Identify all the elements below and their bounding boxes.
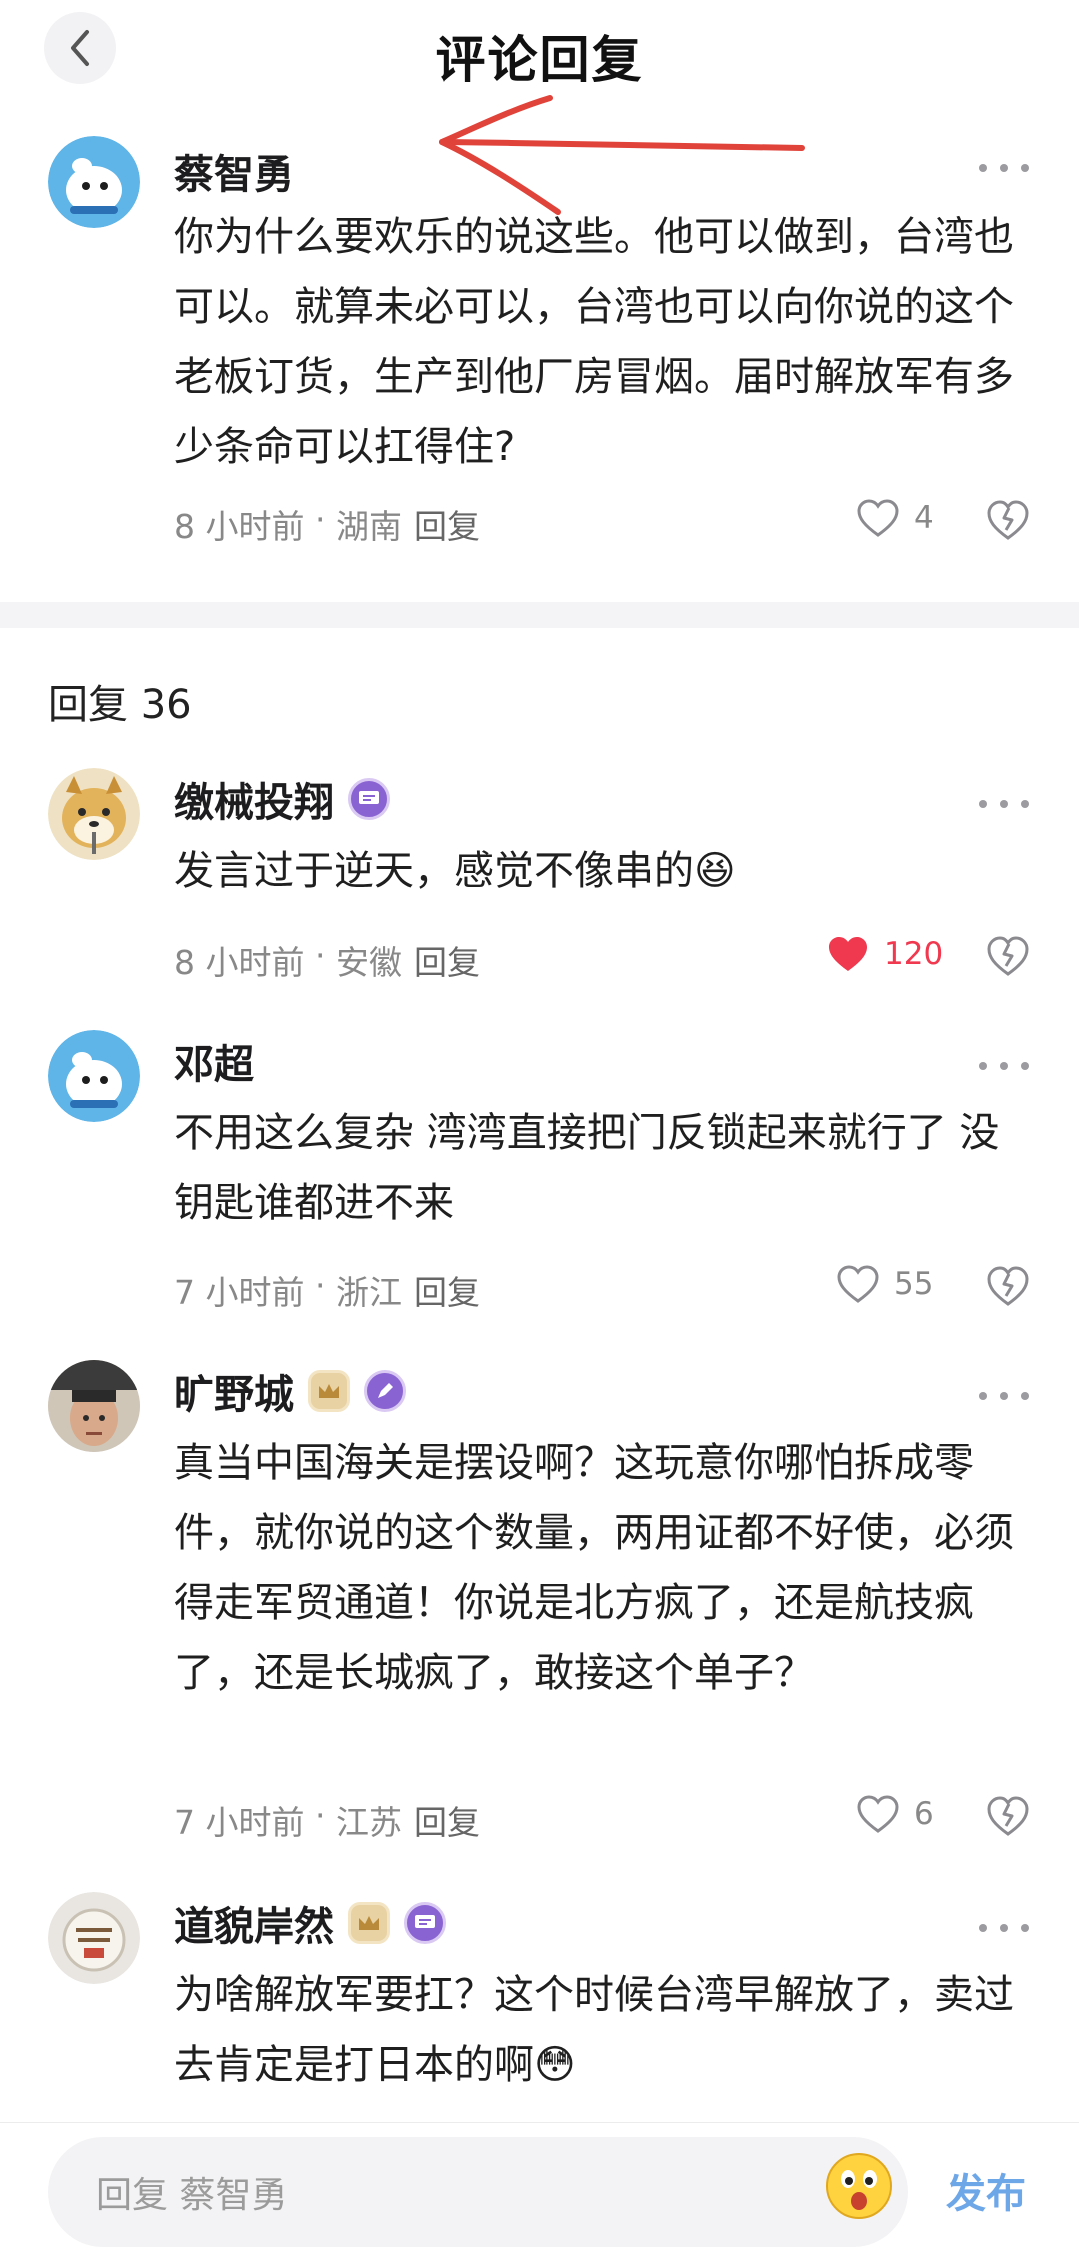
reply-meta: 8 小时前 · 安徽 回复 — [174, 936, 480, 984]
reply-item: 道貌岸然 为啥解放军要扛？这个时候台湾早解放了，卖过去肯定是打日本的啊😳 — [0, 1892, 1079, 2122]
reply-text: 发言过于逆天，感觉不像串的😆 — [174, 848, 736, 894]
emoji-icon[interactable] — [824, 2151, 894, 2221]
more-options-button[interactable] — [979, 1056, 1029, 1076]
crown-badge-icon — [348, 1902, 390, 1944]
avatar[interactable] — [48, 1030, 140, 1122]
pen-badge-icon — [364, 1370, 406, 1412]
reply-input-placeholder: 回复 蔡智勇 — [96, 2175, 288, 2216]
like-count: 4 — [914, 500, 934, 536]
reply-item: 旷野城 真当中国海关是摆设啊？这玩意你哪怕拆成零件，就你说的这个数量，两用证都不… — [0, 1360, 1079, 1860]
reply-location: 江苏 — [335, 1803, 402, 1842]
replies-count: 回复 36 — [48, 682, 192, 728]
avatar[interactable] — [48, 136, 140, 228]
comment-meta: 8 小时前 · 湖南 回复 — [174, 500, 480, 548]
reply-location: 浙江 — [335, 1273, 402, 1312]
heart-outline-icon — [837, 1265, 879, 1303]
crown-badge-icon — [308, 1370, 350, 1412]
username[interactable]: 道貌岸然 — [174, 1894, 446, 1952]
chat-badge-icon — [348, 778, 390, 820]
like-button[interactable]: 6 — [856, 1794, 934, 1834]
comment-text: 你为什么要欢乐的说这些。他可以做到，台湾也可以。就算未必可以，台湾也可以向你说的… — [174, 214, 1014, 470]
reply-meta: 7 小时前 · 浙江 回复 — [174, 1266, 480, 1314]
reply-time: 7 小时前 — [174, 1273, 305, 1312]
reply-link[interactable]: 回复 — [414, 936, 480, 984]
comment-time: 8 小时前 — [174, 507, 305, 546]
reply-link[interactable]: 回复 — [414, 1266, 480, 1314]
username-text[interactable]: 旷野城 — [174, 1362, 294, 1420]
reply-location: 安徽 — [335, 943, 402, 982]
like-button[interactable]: 120 — [826, 934, 943, 974]
username-text[interactable]: 道貌岸然 — [174, 1894, 334, 1952]
more-options-button[interactable] — [979, 794, 1029, 814]
username[interactable]: 缴械投翔 — [174, 770, 390, 828]
section-divider — [0, 602, 1079, 628]
more-options-button[interactable] — [979, 1918, 1029, 1938]
reply-time: 8 小时前 — [174, 943, 305, 982]
reply-item: 邓超 不用这么复杂 湾湾直接把门反锁起来就行了 没钥匙谁都进不来 7 小时前 ·… — [0, 1030, 1079, 1330]
username-text[interactable]: 蔡智勇 — [174, 142, 294, 200]
top-bar: 评论回复 — [0, 0, 1079, 110]
reply-meta: 7 小时前 · 江苏 回复 — [174, 1796, 480, 1844]
reply-link[interactable]: 回复 — [414, 1796, 480, 1844]
like-count: 55 — [894, 1266, 934, 1302]
reply-link[interactable]: 回复 — [414, 500, 480, 548]
heart-outline-icon — [857, 499, 899, 537]
username[interactable]: 蔡智勇 — [174, 142, 294, 200]
dislike-broken-heart-icon[interactable] — [985, 1264, 1031, 1308]
username-text[interactable]: 邓超 — [174, 1032, 254, 1090]
like-count: 120 — [884, 936, 944, 972]
reply-input[interactable]: 回复 蔡智勇 — [48, 2137, 908, 2247]
reply-time: 7 小时前 — [174, 1803, 305, 1842]
dislike-broken-heart-icon[interactable] — [985, 1794, 1031, 1838]
heart-outline-icon — [857, 1795, 899, 1833]
username[interactable]: 邓超 — [174, 1032, 254, 1090]
reply-text: 为啥解放军要扛？这个时候台湾早解放了，卖过去肯定是打日本的啊😳 — [174, 1972, 1014, 2088]
avatar[interactable] — [48, 1892, 140, 1984]
reply-text: 真当中国海关是摆设啊？这玩意你哪怕拆成零件，就你说的这个数量，两用证都不好使，必… — [174, 1440, 1014, 1696]
reply-text: 不用这么复杂 湾湾直接把门反锁起来就行了 没钥匙谁都进不来 — [174, 1110, 1000, 1226]
like-button[interactable]: 55 — [836, 1264, 933, 1304]
avatar[interactable] — [48, 768, 140, 860]
page-title: 评论回复 — [435, 31, 644, 89]
heart-filled-icon — [829, 937, 867, 971]
dislike-broken-heart-icon[interactable] — [985, 934, 1031, 978]
username[interactable]: 旷野城 — [174, 1362, 406, 1420]
more-options-button[interactable] — [979, 1386, 1029, 1406]
bottom-reply-bar: 回复 蔡智勇 发布 — [0, 2122, 1079, 2255]
username-text[interactable]: 缴械投翔 — [174, 770, 334, 828]
like-button[interactable]: 4 — [856, 498, 934, 538]
dislike-broken-heart-icon[interactable] — [985, 498, 1031, 542]
publish-button[interactable]: 发布 — [946, 2161, 1026, 2219]
more-options-button[interactable] — [979, 158, 1029, 178]
reply-item: 缴械投翔 发言过于逆天，感觉不像串的😆 8 小时前 · 安徽 回复 120 — [0, 768, 1079, 988]
main-comment: 蔡智勇 你为什么要欢乐的说这些。他可以做到，台湾也可以。就算未必可以，台湾也可以… — [0, 130, 1079, 600]
like-count: 6 — [914, 1796, 934, 1832]
avatar[interactable] — [48, 1360, 140, 1452]
chat-badge-icon — [404, 1902, 446, 1944]
comment-location: 湖南 — [335, 507, 402, 546]
